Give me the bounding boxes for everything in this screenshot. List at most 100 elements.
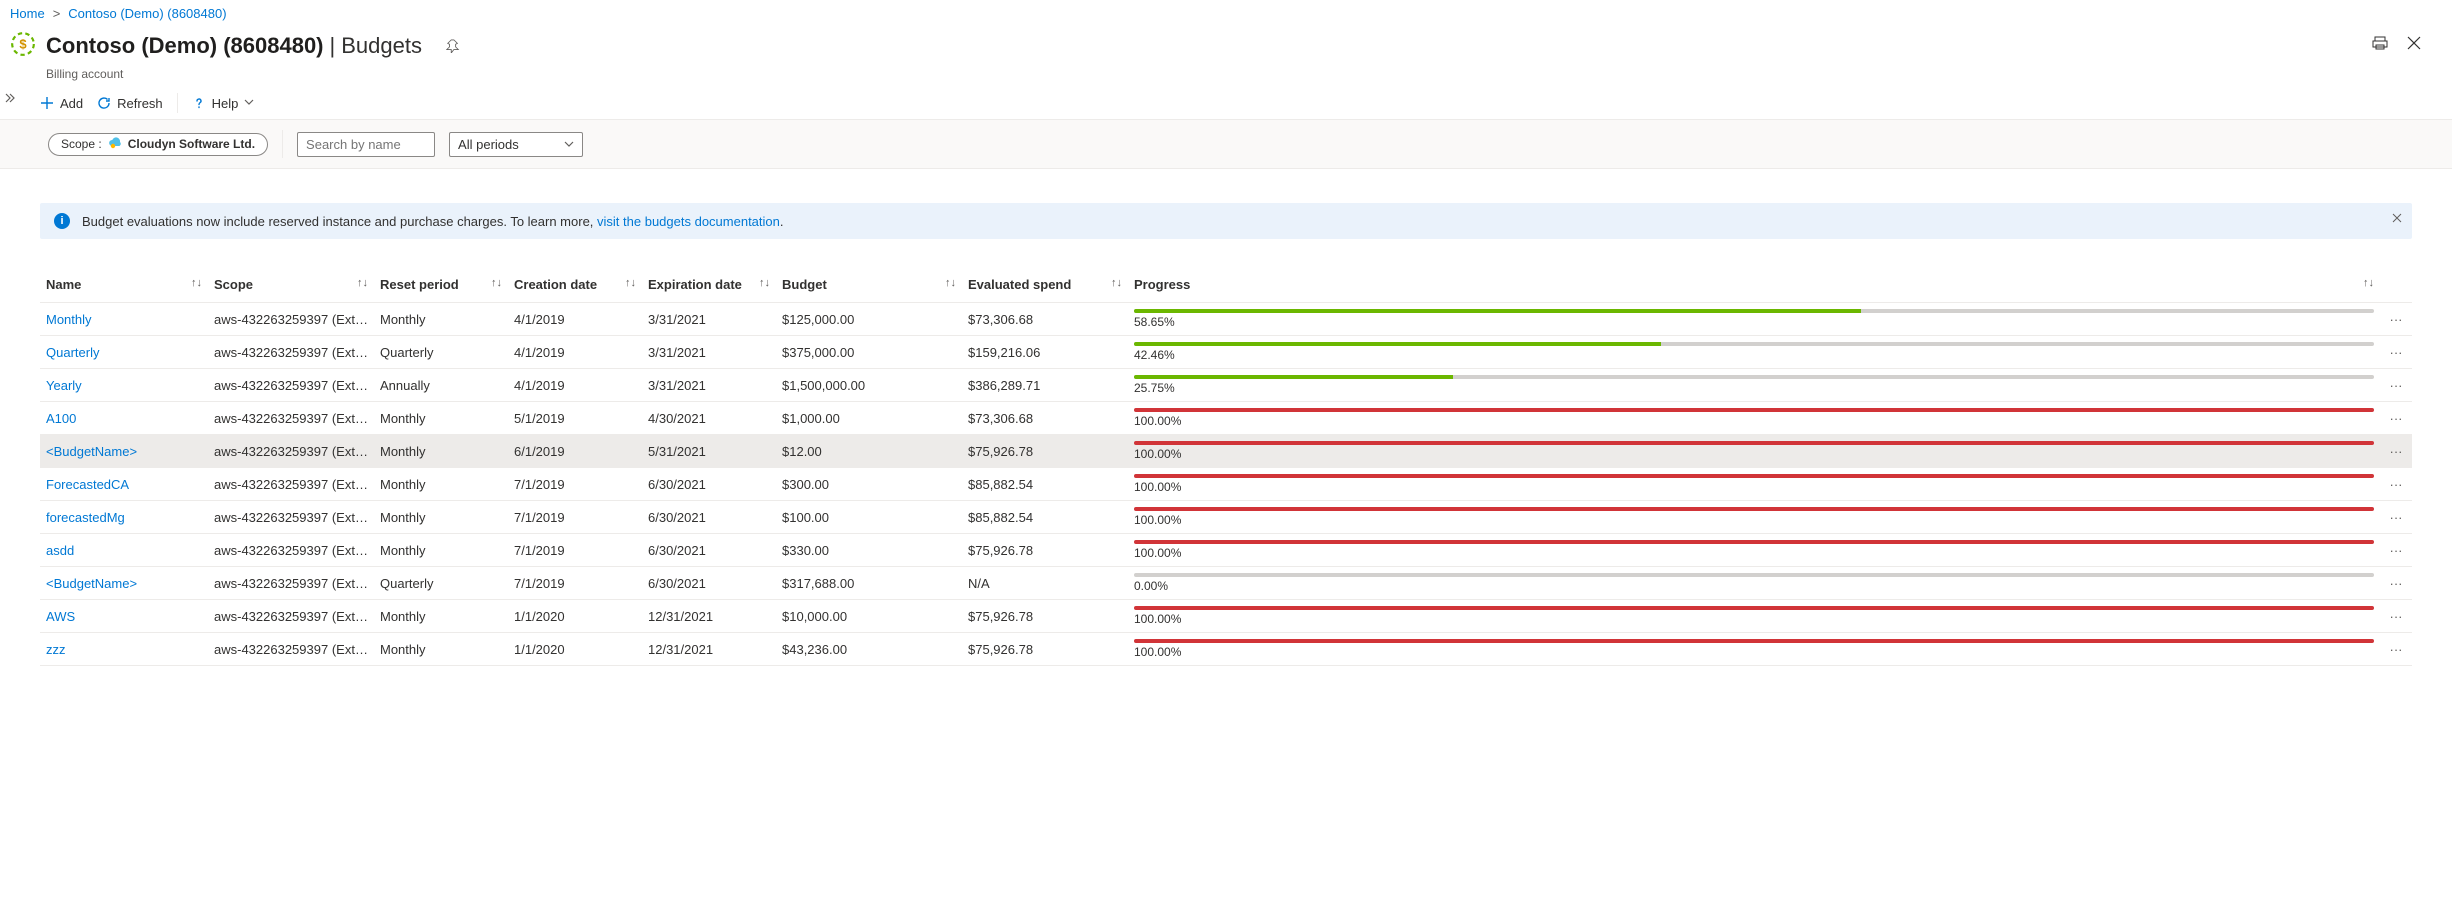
budget-name-link[interactable]: <BudgetName>	[46, 576, 137, 591]
budget-name-link[interactable]: Quarterly	[46, 345, 99, 360]
col-header-name[interactable]: Name↑↓	[40, 269, 208, 303]
cell-scope: aws-432263259397 (External …	[208, 435, 374, 468]
row-menu-button[interactable]: ···	[2380, 336, 2412, 369]
table-row[interactable]: <BudgetName> aws-432263259397 (External ……	[40, 567, 2412, 600]
cell-reset: Monthly	[374, 435, 508, 468]
row-menu-button[interactable]: ···	[2380, 435, 2412, 468]
row-menu-button[interactable]: ···	[2380, 402, 2412, 435]
cell-eval: N/A	[962, 567, 1128, 600]
refresh-label: Refresh	[117, 96, 163, 111]
breadcrumb-current[interactable]: Contoso (Demo) (8608480)	[68, 6, 226, 21]
cell-progress: 58.65%	[1128, 303, 2380, 336]
refresh-button[interactable]: Refresh	[97, 96, 163, 111]
cell-cdate: 4/1/2019	[508, 369, 642, 402]
cell-budget: $300.00	[776, 468, 962, 501]
budget-name-link[interactable]: Monthly	[46, 312, 92, 327]
table-row[interactable]: forecastedMgaws-432263259397 (External ……	[40, 501, 2412, 534]
sort-icon[interactable]: ↑↓	[1111, 277, 1122, 289]
print-button[interactable]	[2368, 31, 2392, 55]
pin-button[interactable]	[440, 27, 466, 65]
search-input[interactable]	[297, 132, 435, 157]
add-button[interactable]: Add	[40, 96, 83, 111]
budget-name-link[interactable]: <BudgetName>	[46, 444, 137, 459]
cell-reset: Annually	[374, 369, 508, 402]
cell-progress: 100.00%	[1128, 600, 2380, 633]
sort-icon[interactable]: ↑↓	[625, 277, 636, 289]
cell-scope: aws-432263259397 (External …	[208, 336, 374, 369]
cell-eval: $73,306.68	[962, 303, 1128, 336]
sort-icon[interactable]: ↑↓	[491, 277, 502, 289]
breadcrumb: Home > Contoso (Demo) (8608480)	[0, 0, 2452, 23]
cell-eval: $73,306.68	[962, 402, 1128, 435]
progress-label: 100.00%	[1134, 513, 2374, 527]
col-header-scope[interactable]: Scope↑↓	[208, 269, 374, 303]
budget-name-link[interactable]: ForecastedCA	[46, 477, 129, 492]
table-row[interactable]: Quarterlyaws-432263259397 (External …Qua…	[40, 336, 2412, 369]
cell-eval: $85,882.54	[962, 501, 1128, 534]
table-row[interactable]: asddaws-432263259397 (External …Monthly7…	[40, 534, 2412, 567]
table-row[interactable]: AWSaws-432263259397 (External …Monthly1/…	[40, 600, 2412, 633]
cell-eval: $386,289.71	[962, 369, 1128, 402]
row-menu-button[interactable]: ···	[2380, 633, 2412, 666]
row-menu-button[interactable]: ···	[2380, 600, 2412, 633]
cell-reset: Monthly	[374, 468, 508, 501]
budget-name-link[interactable]: zzz	[46, 642, 66, 657]
cell-progress: 100.00%	[1128, 501, 2380, 534]
cell-name: <BudgetName>	[40, 435, 208, 468]
breadcrumb-home[interactable]: Home	[10, 6, 45, 21]
cell-edate: 5/31/2021	[642, 435, 776, 468]
sort-icon[interactable]: ↑↓	[191, 277, 202, 289]
budget-name-link[interactable]: AWS	[46, 609, 75, 624]
table-row[interactable]: zzzaws-432263259397 (External …Monthly1/…	[40, 633, 2412, 666]
banner-close-button[interactable]	[2392, 211, 2402, 226]
row-menu-button[interactable]: ···	[2380, 534, 2412, 567]
progress-bar	[1134, 342, 2374, 346]
cell-eval: $75,926.78	[962, 600, 1128, 633]
sort-icon[interactable]: ↑↓	[945, 277, 956, 289]
progress-label: 25.75%	[1134, 381, 2374, 395]
close-button[interactable]	[2402, 31, 2426, 55]
col-header-reset[interactable]: Reset period↑↓	[374, 269, 508, 303]
progress-bar	[1134, 540, 2374, 544]
filter-separator	[282, 130, 283, 158]
help-button[interactable]: Help	[192, 96, 255, 111]
cell-edate: 6/30/2021	[642, 468, 776, 501]
col-header-edate[interactable]: Expiration date↑↓	[642, 269, 776, 303]
cell-name: forecastedMg	[40, 501, 208, 534]
plus-icon	[40, 96, 54, 110]
sort-icon[interactable]: ↑↓	[2363, 277, 2374, 289]
period-select[interactable]: All periods	[449, 132, 583, 157]
info-doc-link[interactable]: visit the budgets documentation	[597, 214, 780, 229]
budget-name-link[interactable]: Yearly	[46, 378, 82, 393]
table-row[interactable]: Yearlyaws-432263259397 (External …Annual…	[40, 369, 2412, 402]
period-value: All periods	[458, 137, 519, 152]
info-icon: i	[54, 213, 70, 229]
table-row[interactable]: A100aws-432263259397 (External …Monthly5…	[40, 402, 2412, 435]
budget-name-link[interactable]: asdd	[46, 543, 74, 558]
budget-name-link[interactable]: forecastedMg	[46, 510, 125, 525]
budget-name-link[interactable]: A100	[46, 411, 76, 426]
table-row[interactable]: Monthlyaws-432263259397 (External …Month…	[40, 303, 2412, 336]
expand-sidebar-button[interactable]	[4, 92, 16, 107]
cell-budget: $100.00	[776, 501, 962, 534]
cell-budget: $1,500,000.00	[776, 369, 962, 402]
sort-icon[interactable]: ↑↓	[357, 277, 368, 289]
scope-selector[interactable]: Scope : Cloudyn Software Ltd.	[48, 133, 268, 156]
col-header-cdate[interactable]: Creation date↑↓	[508, 269, 642, 303]
col-header-budget[interactable]: Budget↑↓	[776, 269, 962, 303]
cell-scope: aws-432263259397 (External …	[208, 567, 374, 600]
row-menu-button[interactable]: ···	[2380, 468, 2412, 501]
cell-eval: $159,216.06	[962, 336, 1128, 369]
add-label: Add	[60, 96, 83, 111]
col-header-progress[interactable]: Progress↑↓	[1128, 269, 2380, 303]
col-header-eval[interactable]: Evaluated spend↑↓	[962, 269, 1128, 303]
sort-icon[interactable]: ↑↓	[759, 277, 770, 289]
row-menu-button[interactable]: ···	[2380, 369, 2412, 402]
table-row[interactable]: ForecastedCAaws-432263259397 (External ……	[40, 468, 2412, 501]
table-row[interactable]: <BudgetName> aws-432263259397 (External ……	[40, 435, 2412, 468]
row-menu-button[interactable]: ···	[2380, 303, 2412, 336]
svg-text:$: $	[19, 36, 27, 51]
page-title-separator: |	[330, 33, 336, 59]
row-menu-button[interactable]: ···	[2380, 567, 2412, 600]
row-menu-button[interactable]: ···	[2380, 501, 2412, 534]
